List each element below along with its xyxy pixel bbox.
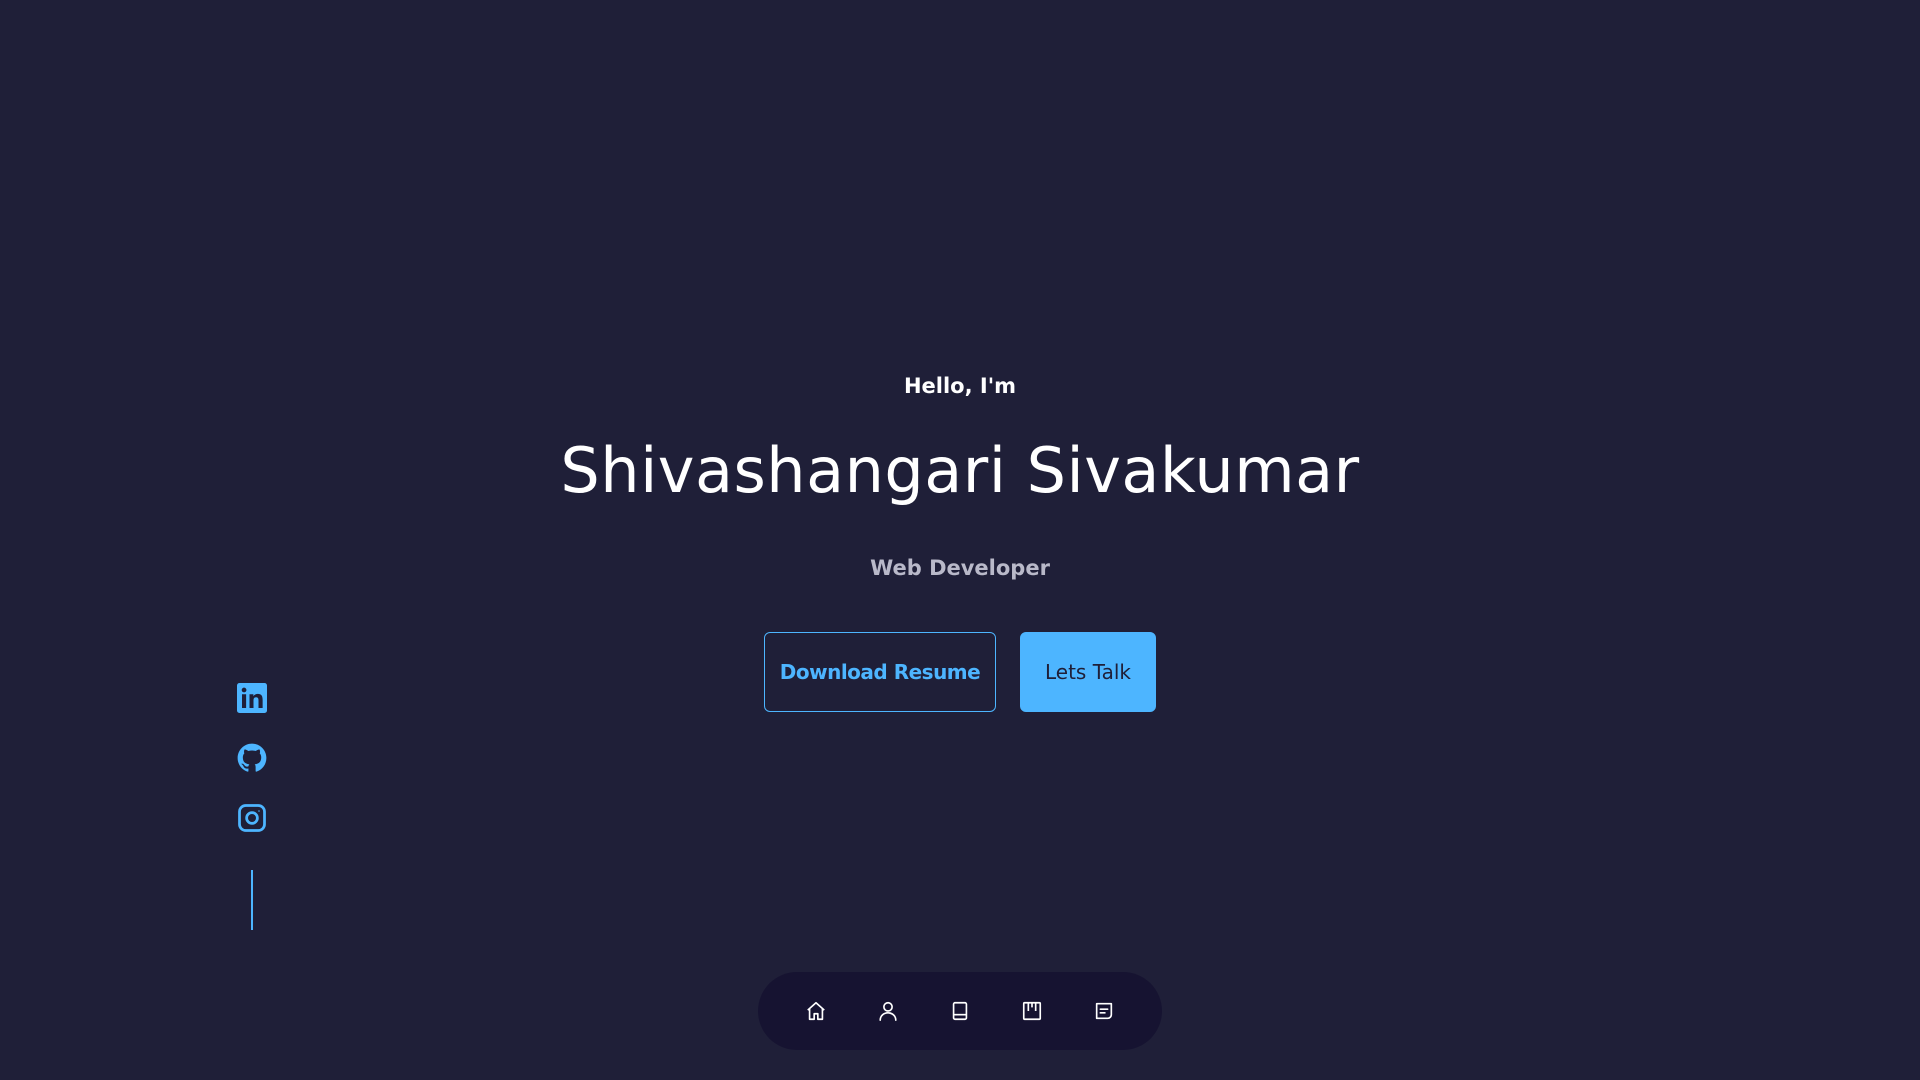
download-resume-button[interactable]: Download Resume xyxy=(764,632,996,712)
portfolio-icon[interactable] xyxy=(1004,983,1060,1039)
book-icon[interactable] xyxy=(932,983,988,1039)
message-icon[interactable] xyxy=(1076,983,1132,1039)
social-divider-line xyxy=(251,870,253,930)
lets-talk-button[interactable]: Lets Talk xyxy=(1020,632,1156,712)
bottom-nav xyxy=(758,972,1162,1050)
github-icon[interactable] xyxy=(236,742,268,774)
social-links xyxy=(236,682,268,834)
role-subtitle: Web Developer xyxy=(870,556,1050,580)
page: Hello, I'm Shivashangari Sivakumar Web D… xyxy=(0,0,1920,1080)
cta-buttons: Download Resume Lets Talk xyxy=(0,632,1920,712)
greeting-text: Hello, I'm xyxy=(903,374,1017,398)
user-icon[interactable] xyxy=(860,983,916,1039)
instagram-icon[interactable] xyxy=(236,802,268,834)
home-icon[interactable] xyxy=(788,983,844,1039)
linkedin-icon[interactable] xyxy=(236,682,268,714)
page-title: Shivashangari Sivakumar xyxy=(560,434,1360,507)
